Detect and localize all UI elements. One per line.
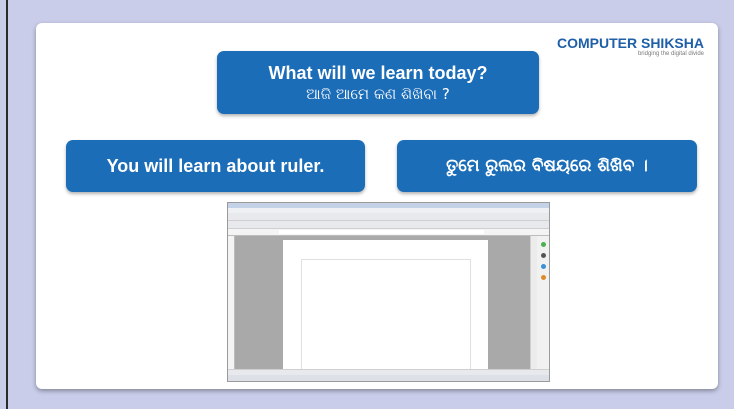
logo-name: COMPUTER SHIKSHA [556, 35, 704, 51]
document-area [235, 236, 530, 371]
word-processor-window-icon [227, 202, 550, 382]
formatting-toolbar [228, 221, 549, 235]
sidebar-panel [537, 236, 549, 369]
left-border-line [6, 0, 8, 409]
text-boundary [301, 259, 471, 371]
computer-shiksha-logo: COMPUTER SHIKSHA bridging the digital di… [557, 35, 704, 57]
question-odia: ଆଜି ଆମେ କଣ ଶିଖିବା ? [306, 84, 450, 103]
answer-english-text: You will learn about ruler. [106, 155, 325, 176]
horizontal-ruler [228, 229, 549, 236]
question-box: What will we learn today? ଆଜି ଆମେ କଣ ଶିଖ… [217, 51, 539, 114]
standard-toolbar [228, 213, 549, 227]
document-page [283, 240, 488, 371]
answer-english-box: You will learn about ruler. [66, 140, 365, 192]
vertical-scrollbar [530, 236, 537, 369]
vertical-ruler [228, 236, 235, 369]
answer-odia-box: ତୁମେ ରୁଲର ବିଷୟରେ ଶିଖିବ । [397, 140, 697, 192]
answer-odia-text: ତୁମେ ରୁଲର ବିଷୟରେ ଶିଖିବ । [446, 156, 648, 176]
logo-tagline: bridging the digital divide [637, 51, 704, 57]
question-english: What will we learn today? [268, 62, 488, 83]
status-bar [228, 375, 549, 381]
slide: COMPUTER SHIKSHA bridging the digital di… [36, 23, 718, 389]
